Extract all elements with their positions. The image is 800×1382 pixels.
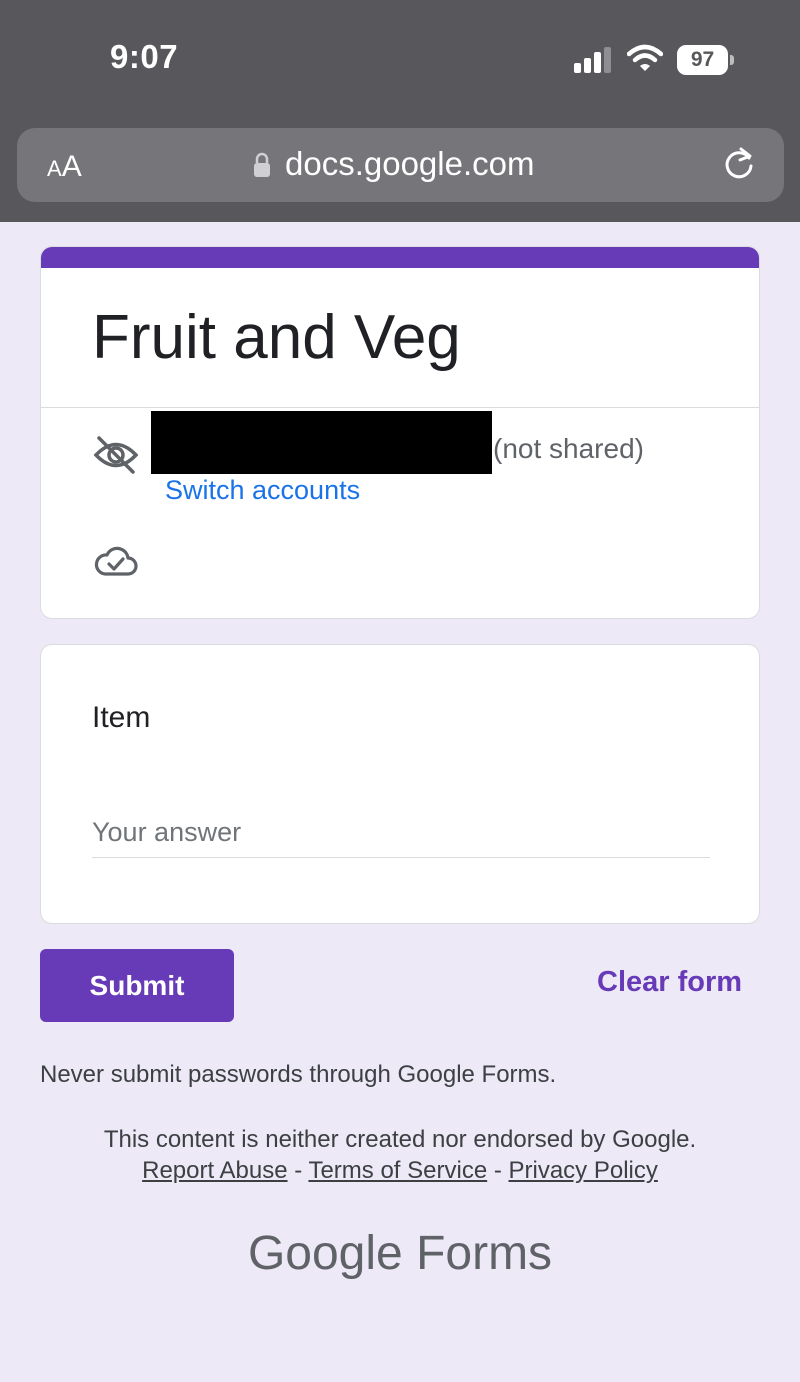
redacted-email: [151, 411, 492, 474]
question-label: Item: [92, 701, 151, 734]
question-card: Item: [40, 644, 760, 924]
terms-link[interactable]: Terms of Service: [308, 1157, 487, 1184]
lock-icon: [254, 152, 270, 177]
password-warning: Never submit passwords through Google Fo…: [40, 1061, 557, 1088]
address-bar[interactable]: AA docs.google.com: [17, 128, 784, 202]
privacy-link[interactable]: Privacy Policy: [509, 1157, 658, 1184]
battery-level: 97: [677, 45, 728, 75]
battery-icon: 97: [677, 45, 735, 75]
url-text[interactable]: docs.google.com: [285, 145, 534, 183]
brand-product: Forms: [416, 1227, 553, 1280]
browser-chrome: 9:07 97 AA docs.google.com: [0, 0, 800, 222]
accent-bar: [41, 247, 759, 268]
cloud-check-icon: [94, 546, 138, 576]
text-size-button[interactable]: AA: [47, 150, 82, 184]
google-forms-logo[interactable]: Google Forms: [0, 1226, 800, 1281]
form-header-card: Fruit and Veg (not shared) Switch accoun…: [40, 246, 760, 619]
wifi-icon: [627, 44, 663, 71]
footer-links: Report Abuse - Terms of Service - Privac…: [0, 1157, 800, 1185]
form-title: Fruit and Veg: [92, 303, 461, 372]
brand-google: Google: [247, 1227, 403, 1280]
account-status: (not shared): [493, 433, 644, 464]
divider: [41, 407, 759, 408]
signal-icon: [574, 47, 611, 73]
switch-accounts-link[interactable]: Switch accounts: [165, 475, 360, 506]
report-abuse-link[interactable]: Report Abuse: [142, 1157, 287, 1184]
status-time: 9:07: [110, 38, 179, 75]
link-separator: -: [287, 1157, 309, 1184]
answer-input[interactable]: [92, 808, 710, 858]
eye-off-icon: [93, 436, 139, 474]
clear-form-button[interactable]: Clear form: [597, 966, 742, 999]
reload-icon[interactable]: [721, 146, 757, 182]
link-separator: -: [487, 1157, 509, 1184]
disclaimer: This content is neither created nor endo…: [103, 1126, 697, 1153]
submit-button[interactable]: Submit: [40, 949, 234, 1022]
